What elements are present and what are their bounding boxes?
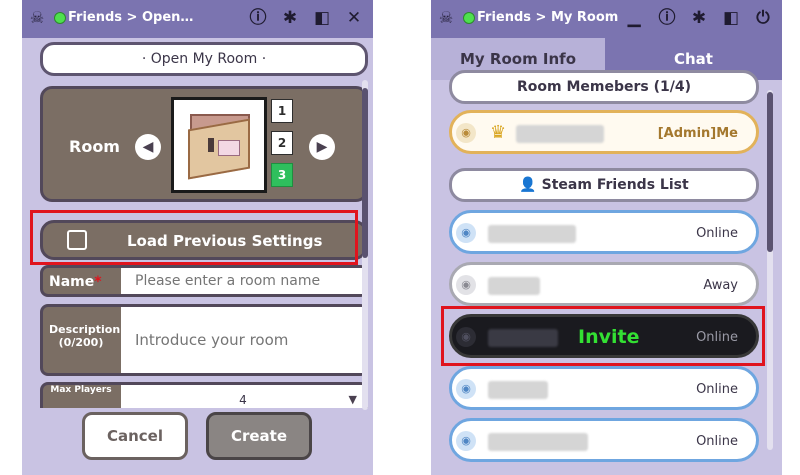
friend-status: Online	[696, 434, 738, 449]
room-slot-2[interactable]: 2	[271, 131, 293, 155]
breadcrumb: Friends > Open…	[68, 10, 194, 25]
info-icon[interactable]: ⓘ	[657, 8, 677, 28]
member-row-admin[interactable]: ◉ ♛ [Admin]Me	[449, 110, 759, 154]
friend-name-redacted	[488, 381, 548, 399]
room-slot-3[interactable]: 3	[271, 163, 293, 187]
room-name-input[interactable]	[121, 268, 365, 294]
scrollbar-thumb[interactable]	[362, 88, 368, 258]
friend-name-redacted	[488, 433, 588, 451]
page-title: · Open My Room ·	[40, 42, 368, 76]
gear-icon[interactable]: ✱	[689, 8, 709, 28]
radio-icon: ◉	[456, 431, 476, 451]
window-icon[interactable]: ◧	[312, 8, 332, 28]
breadcrumb: Friends > My Room	[477, 10, 619, 25]
room-character	[208, 138, 214, 152]
room-selector: Room ◀ 1 2 3 ▶	[40, 86, 368, 202]
max-players-field-row: Max Players 4 ▼	[40, 382, 368, 408]
friend-status: Online	[696, 382, 738, 397]
member-name-redacted	[516, 125, 604, 143]
max-players-select[interactable]: 4 ▼	[121, 385, 365, 408]
cancel-button[interactable]: Cancel	[82, 412, 188, 460]
window-icon[interactable]: ◧	[721, 8, 741, 28]
room-slot-1[interactable]: 1	[271, 99, 293, 123]
minimize-icon[interactable]: ▁	[624, 8, 644, 28]
chevron-down-icon: ▼	[348, 393, 357, 406]
skull-icon[interactable]: ☠	[437, 9, 455, 27]
room-label: Room	[69, 137, 120, 156]
create-button[interactable]: Create	[206, 412, 312, 460]
name-label: Name*	[49, 274, 102, 290]
description-label: Description (0/200)	[49, 323, 121, 349]
description-counter: (0/200)	[58, 336, 104, 349]
next-room-button[interactable]: ▶	[309, 134, 335, 160]
radio-icon: ◉	[456, 123, 476, 143]
friend-row[interactable]: ◉ Online	[449, 210, 759, 254]
title-bar: ☠ Friends > My Room ▁ ⓘ ✱ ◧ ⏻	[431, 0, 782, 38]
friend-name-redacted	[488, 225, 576, 243]
friend-status: Away	[703, 278, 738, 293]
max-players-value: 4	[239, 393, 247, 407]
info-icon[interactable]: ⓘ	[248, 8, 268, 28]
radio-icon: ◉	[456, 379, 476, 399]
friend-name-redacted	[488, 277, 540, 295]
admin-tag: [Admin]Me	[657, 126, 738, 141]
radio-icon: ◉	[456, 223, 476, 243]
previous-room-button[interactable]: ◀	[135, 134, 161, 160]
friend-row[interactable]: ◉ Online	[449, 366, 759, 410]
description-field-row: Description (0/200)	[40, 304, 368, 376]
friend-row[interactable]: ◉ Online	[449, 418, 759, 462]
room-preview-image	[171, 97, 267, 193]
online-status-dot	[54, 12, 66, 24]
scrollbar-thumb[interactable]	[767, 92, 773, 252]
crown-icon: ♛	[490, 122, 507, 143]
friend-row[interactable]: ◉ Away	[449, 262, 759, 306]
highlight-frame	[441, 306, 765, 366]
max-players-label: Max Players	[50, 385, 112, 395]
person-icon: 👤	[519, 177, 542, 193]
gear-icon[interactable]: ✱	[280, 8, 300, 28]
room-members-header: Room Memebers (1/4)	[449, 70, 759, 104]
skull-icon[interactable]: ☠	[28, 9, 46, 27]
friend-status: Online	[696, 226, 738, 241]
close-icon[interactable]: ✕	[344, 8, 364, 28]
steam-friends-header: 👤 Steam Friends List	[449, 168, 759, 202]
highlight-frame	[30, 210, 358, 265]
my-room-panel: ☠ Friends > My Room ▁ ⓘ ✱ ◧ ⏻ My Room In…	[431, 0, 782, 475]
radio-icon: ◉	[456, 275, 476, 295]
power-icon[interactable]: ⏻	[753, 8, 773, 28]
room-bed	[218, 140, 240, 156]
room-name-field-row: Name*	[40, 265, 368, 297]
online-status-dot	[463, 12, 475, 24]
title-bar: ☠ Friends > Open… ⓘ ✱ ◧ ✕	[22, 0, 373, 38]
room-description-input[interactable]	[121, 307, 365, 373]
